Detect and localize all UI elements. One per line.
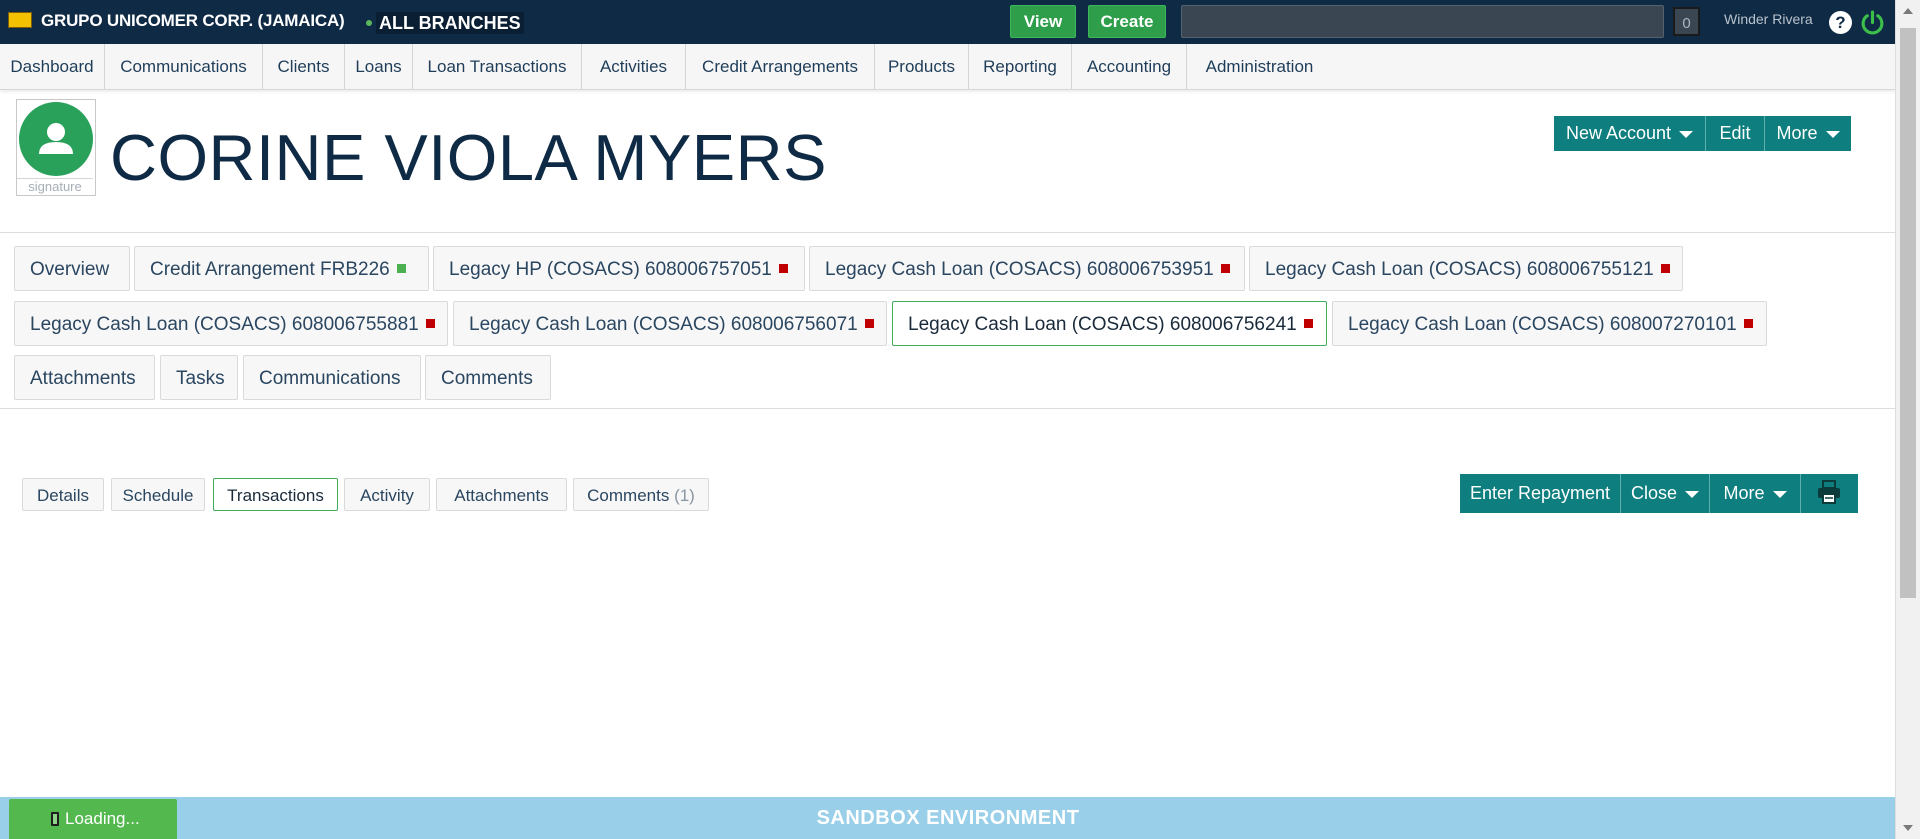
tab-credit-arrangement[interactable]: Credit Arrangement FRB226 (134, 246, 429, 291)
tab-label: Credit Arrangement FRB226 (150, 259, 390, 280)
subtab-attachments[interactable]: Attachments (436, 478, 567, 511)
tab-label: Communications (259, 368, 401, 389)
subtab-details[interactable]: Details (22, 478, 104, 511)
status-red-icon (1303, 319, 1313, 329)
branch-status-dot (366, 20, 372, 26)
scrollbar-thumb[interactable] (1900, 28, 1916, 598)
status-red-icon (778, 264, 788, 274)
nav-clients[interactable]: Clients (263, 44, 345, 89)
nav-credit-arrangements[interactable]: Credit Arrangements (686, 44, 875, 89)
tab-label: Legacy Cash Loan (COSACS) 608006756241 (908, 314, 1297, 335)
tab-label: Overview (30, 259, 110, 280)
status-red-icon (1743, 319, 1753, 329)
nav-loan-transactions[interactable]: Loan Transactions (413, 44, 582, 89)
subtab-activity[interactable]: Activity (344, 478, 430, 511)
tab-legacy-cash-608006755121[interactable]: Legacy Cash Loan (COSACS) 608006755121 (1249, 246, 1683, 291)
loan-more-button[interactable]: More (1710, 474, 1801, 513)
main-nav: Dashboard Communications Clients Loans L… (0, 44, 1896, 90)
header-divider (0, 232, 1896, 233)
company-logo (8, 12, 32, 28)
client-name: CORINE VIOLA MYERS (110, 121, 827, 194)
tab-label: Legacy Cash Loan (COSACS) 608007270101 (1348, 314, 1737, 335)
chevron-down-icon (1685, 490, 1700, 498)
subtab-comments-label: Comments (587, 486, 670, 505)
nav-accounting[interactable]: Accounting (1072, 44, 1187, 89)
new-account-label: New Account (1565, 123, 1672, 143)
top-bar: GRUPO UNICOMER CORP. (JAMAICA) ALL BRANC… (0, 0, 1896, 44)
chevron-down-icon (1679, 130, 1694, 138)
nav-products[interactable]: Products (875, 44, 969, 89)
company-name: GRUPO UNICOMER CORP. (JAMAICA) (41, 11, 345, 30)
more-button[interactable]: More (1765, 116, 1851, 151)
client-actions: New Account Edit More (1554, 116, 1851, 151)
tab-label: Legacy Cash Loan (COSACS) 608006755881 (30, 314, 419, 335)
edit-button[interactable]: Edit (1706, 116, 1765, 151)
status-red-icon (1220, 264, 1230, 274)
chevron-down-icon (1772, 490, 1787, 498)
tab-label: Legacy Cash Loan (COSACS) 608006755121 (1265, 259, 1654, 280)
status-green-icon (396, 264, 406, 274)
status-red-icon (1660, 264, 1670, 274)
notification-count[interactable]: 0 (1673, 7, 1700, 36)
vertical-scrollbar[interactable] (1895, 0, 1920, 839)
close-button[interactable]: Close (1621, 474, 1710, 513)
enter-repayment-button[interactable]: Enter Repayment (1460, 474, 1621, 513)
scroll-up-icon[interactable] (1903, 8, 1913, 14)
tab-label: Legacy HP (COSACS) 608006757051 (449, 259, 772, 280)
tab-label: Legacy Cash Loan (COSACS) 608006753951 (825, 259, 1214, 280)
battery-icon (51, 812, 59, 826)
tab-legacy-cash-608007270101[interactable]: Legacy Cash Loan (COSACS) 608007270101 (1332, 301, 1767, 346)
loan-actions: Enter Repayment Close More (1460, 474, 1858, 513)
tab-label: Comments (441, 368, 533, 389)
user-name[interactable]: Winder Rivera (1724, 11, 1813, 27)
tab-communications[interactable]: Communications (243, 355, 421, 400)
tab-label: Tasks (176, 368, 225, 389)
nav-reporting[interactable]: Reporting (969, 44, 1072, 89)
more-label: More (1776, 123, 1818, 143)
tab-legacy-cash-608006755881[interactable]: Legacy Cash Loan (COSACS) 608006755881 (14, 301, 448, 346)
tab-tasks[interactable]: Tasks (160, 355, 238, 400)
tab-overview[interactable]: Overview (14, 246, 130, 291)
user-icon (19, 102, 93, 176)
new-account-button[interactable]: New Account (1554, 116, 1706, 151)
printer-icon (1818, 480, 1840, 504)
create-button[interactable]: Create (1088, 5, 1166, 38)
tab-attachments[interactable]: Attachments (14, 355, 155, 400)
view-button[interactable]: View (1010, 5, 1076, 38)
subtab-schedule[interactable]: Schedule (111, 478, 205, 511)
status-red-icon (864, 319, 874, 329)
comments-count-badge: (1) (674, 486, 695, 505)
scroll-down-icon[interactable] (1903, 825, 1913, 831)
sandbox-banner: SANDBOX ENVIRONMENT (816, 807, 1080, 829)
client-avatar[interactable]: signature (16, 99, 96, 196)
help-icon[interactable]: ? (1829, 11, 1852, 34)
nav-dashboard[interactable]: Dashboard (0, 44, 105, 89)
nav-activities[interactable]: Activities (582, 44, 686, 89)
global-search-input[interactable] (1181, 5, 1664, 38)
nav-loans[interactable]: Loans (345, 44, 413, 89)
loading-indicator: Loading... (9, 799, 177, 839)
loading-label: Loading... (65, 809, 140, 828)
power-icon[interactable] (1860, 10, 1885, 35)
nav-administration[interactable]: Administration (1187, 44, 1332, 89)
loan-more-label: More (1723, 483, 1765, 503)
subtab-comments[interactable]: Comments (1) (573, 478, 709, 511)
signature-link[interactable]: signature (17, 178, 93, 194)
tab-legacy-hp-608006757051[interactable]: Legacy HP (COSACS) 608006757051 (433, 246, 805, 291)
tab-legacy-cash-608006753951[interactable]: Legacy Cash Loan (COSACS) 608006753951 (809, 246, 1245, 291)
status-red-icon (425, 319, 435, 329)
subtab-transactions[interactable]: Transactions (213, 478, 338, 511)
tab-legacy-cash-608006756241[interactable]: Legacy Cash Loan (COSACS) 608006756241 (892, 301, 1327, 346)
environment-footer: SANDBOX ENVIRONMENT Loading... (0, 797, 1896, 839)
nav-communications[interactable]: Communications (105, 44, 263, 89)
tab-label: Attachments (30, 368, 136, 389)
tab-label: Legacy Cash Loan (COSACS) 608006756071 (469, 314, 858, 335)
close-label: Close (1630, 483, 1678, 503)
tabs-divider (0, 408, 1896, 409)
print-button[interactable] (1801, 474, 1858, 513)
chevron-down-icon (1825, 130, 1840, 138)
tab-comments[interactable]: Comments (425, 355, 551, 400)
branch-selector[interactable]: ALL BRANCHES (376, 12, 524, 34)
tab-legacy-cash-608006756071[interactable]: Legacy Cash Loan (COSACS) 608006756071 (453, 301, 887, 346)
